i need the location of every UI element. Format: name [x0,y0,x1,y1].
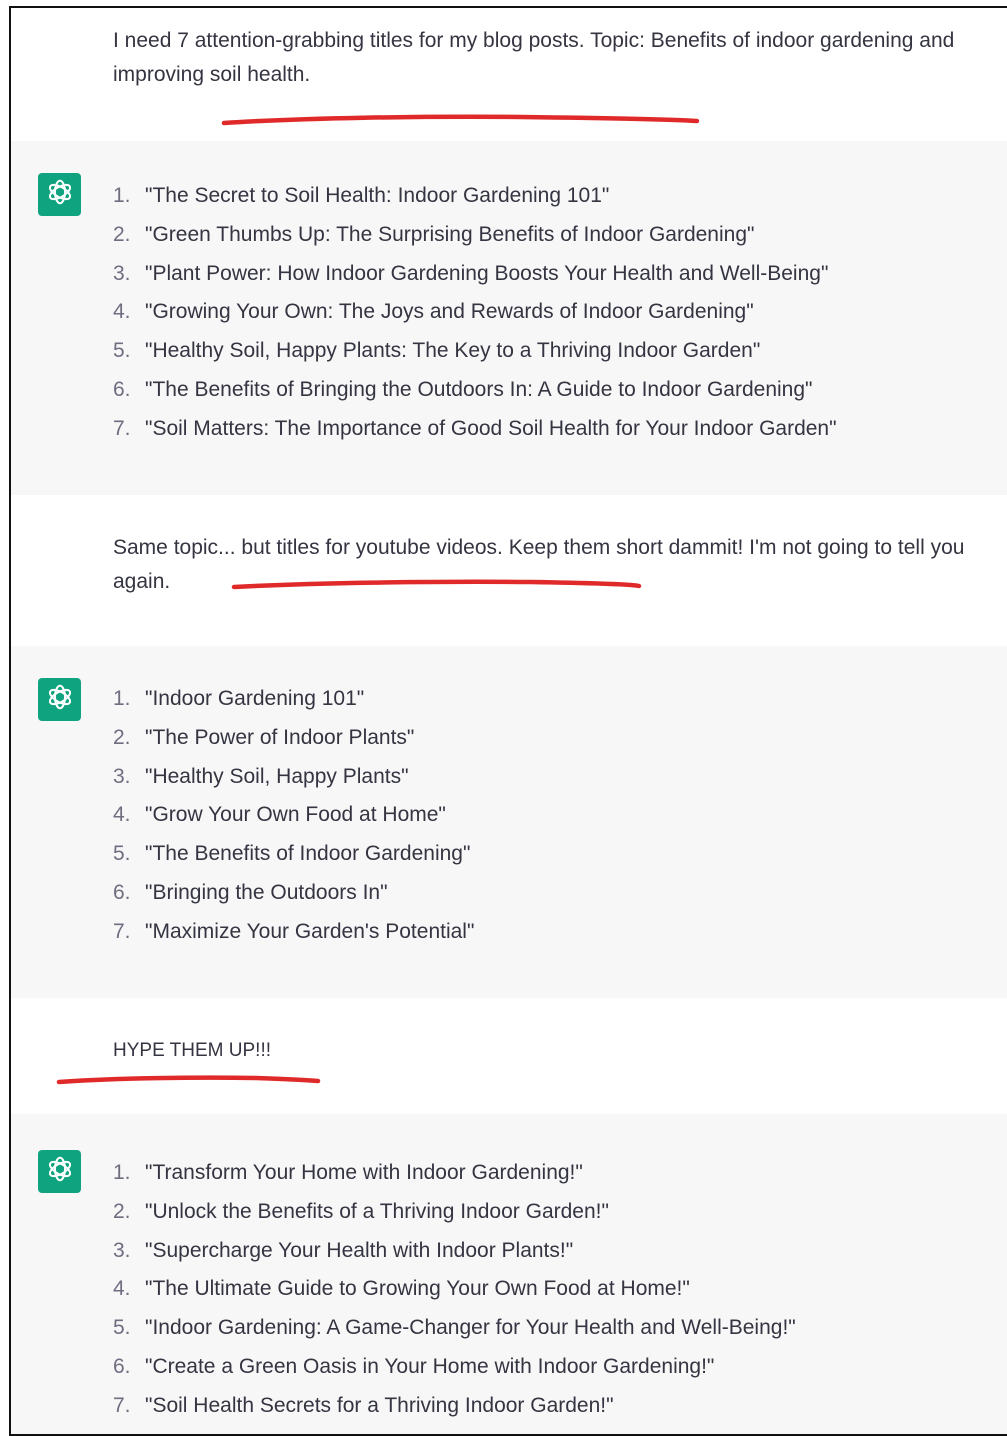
user-message-3: HYPE THEM UP!!! [11,998,1007,1115]
assistant-avatar [38,173,81,216]
list-item-title: "Plant Power: How Indoor Gardening Boost… [145,261,829,285]
user-message-text: HYPE THEM UP!!! [113,1040,272,1061]
user-message-1: I need 7 attention-grabbing titles for m… [11,8,1007,142]
list-item-number: 4. [113,300,131,324]
list-item-title: "Healthy Soil, Happy Plants" [145,764,409,788]
list-item: 2. "The Power of Indoor Plants" [113,719,474,758]
openai-logo-icon [45,177,75,212]
list-item-title: "Soil Health Secrets for a Thriving Indo… [145,1393,614,1417]
list-item-title: "The Benefits of Indoor Gardening" [145,842,471,866]
list-item: 6. "Bringing the Outdoors In" [113,874,474,913]
list-item-number: 7. [113,416,131,440]
openai-logo-icon [45,682,75,717]
list-item-title: "The Secret to Soil Health: Indoor Garde… [145,184,610,207]
list-item: 4. "Grow Your Own Food at Home" [113,796,474,835]
numbered-list: 1. "Transform Your Home with Indoor Garde… [113,1154,796,1426]
list-item-number: 7. [113,919,131,943]
list-item-title: "Indoor Gardening 101" [145,687,365,710]
numbered-list: 1. "Indoor Gardening 101" 2. "The Power of … [113,680,474,952]
list-item: 2. "Green Thumbs Up: The Surprising Benef… [113,216,837,255]
list-item: 7. "Maximize Your Garden's Potential" [113,913,474,952]
list-item-title: "Grow Your Own Food at Home" [145,803,446,827]
list-item: 5. "Healthy Soil, Happy Plants: The Key t… [113,332,837,371]
list-item-title: "Indoor Gardening: A Game-Changer for Yo… [145,1316,796,1340]
assistant-message-2: 1. "Indoor Gardening 101" 2. "The Power of … [11,646,1007,999]
list-item-number: 7. [113,1393,131,1417]
list-item-number: 1. [113,184,131,207]
list-item-number: 6. [113,880,131,904]
list-item-number: 3. [113,1238,131,1262]
list-item-title: "The Power of Indoor Plants" [145,725,415,749]
list-item-number: 5. [113,1316,131,1340]
assistant-avatar [38,1150,81,1193]
list-item-number: 1. [113,1161,131,1184]
list-item: 1. "Indoor Gardening 101" [113,680,474,719]
list-item-title: "The Ultimate Guide to Growing Your Own … [145,1277,690,1301]
list-item-number: 5. [113,339,131,363]
list-item: 1. "Transform Your Home with Indoor Garde… [113,1154,796,1193]
red-underline-scribble [56,1075,321,1085]
red-underline-scribble [221,114,700,126]
list-item: 3. "Supercharge Your Health with Indoor P… [113,1232,796,1271]
list-item-title: "Transform Your Home with Indoor Gardeni… [145,1161,583,1184]
list-item-title: "Bringing the Outdoors In" [145,880,388,904]
list-item: 3. "Plant Power: How Indoor Gardening Boo… [113,255,837,294]
list-item-title: "Healthy Soil, Happy Plants: The Key to … [145,339,761,363]
list-item: 7. "Soil Matters: The Importance of Good … [113,410,837,449]
list-item: 6. "Create a Green Oasis in Your Home wit… [113,1348,796,1387]
list-item-title: "Unlock the Benefits of a Thriving Indoo… [145,1199,609,1223]
list-item-number: 2. [113,1199,131,1223]
list-item-number: 4. [113,1277,131,1301]
list-item-title: "Create a Green Oasis in Your Home with … [145,1354,715,1378]
list-item: 4. "The Ultimate Guide to Growing Your Ow… [113,1270,796,1309]
assistant-message-1: 1. "The Secret to Soil Health: Indoor Gar… [11,141,1007,496]
list-item-number: 1. [113,687,131,710]
list-item-number: 3. [113,764,131,788]
user-message-text: I need 7 attention-grabbing titles for m… [113,29,961,86]
assistant-avatar [38,678,81,721]
list-item-number: 5. [113,842,131,866]
list-item: 6. "The Benefits of Bringing the Outdoors… [113,371,837,410]
list-item-number: 2. [113,725,131,749]
list-item: 3. "Healthy Soil, Happy Plants" [113,758,474,797]
list-item: 5. "The Benefits of Indoor Gardening" [113,835,474,874]
list-item-title: "Maximize Your Garden's Potential" [145,919,475,943]
list-item-title: "Supercharge Your Health with Indoor Pla… [145,1238,574,1262]
list-item: 4. "Growing Your Own: The Joys and Reward… [113,293,837,332]
user-message-text: Same topic... but titles for youtube vid… [113,536,971,593]
list-item-number: 6. [113,1354,131,1378]
list-item: 7. "Soil Health Secrets for a Thriving In… [113,1387,796,1426]
chat-transcript: I need 7 attention-grabbing titles for m… [9,6,1007,1436]
assistant-message-3: 1. "Transform Your Home with Indoor Garde… [11,1114,1007,1434]
list-item-title: "Growing Your Own: The Joys and Rewards … [145,300,754,324]
openai-logo-icon [45,1154,75,1189]
list-item-number: 3. [113,261,131,285]
user-message-2: Same topic... but titles for youtube vid… [11,495,1007,647]
list-item-number: 6. [113,377,131,401]
list-item: 1. "The Secret to Soil Health: Indoor Gar… [113,177,837,216]
list-item-number: 4. [113,803,131,827]
list-item-title: "Green Thumbs Up: The Surprising Benefit… [145,222,755,246]
list-item-number: 2. [113,222,131,246]
numbered-list: 1. "The Secret to Soil Health: Indoor Gar… [113,177,837,449]
list-item: 5. "Indoor Gardening: A Game-Changer for … [113,1309,796,1348]
list-item: 2. "Unlock the Benefits of a Thriving Ind… [113,1193,796,1232]
list-item-title: "The Benefits of Bringing the Outdoors I… [145,377,813,401]
list-item-title: "Soil Matters: The Importance of Good So… [145,416,837,440]
